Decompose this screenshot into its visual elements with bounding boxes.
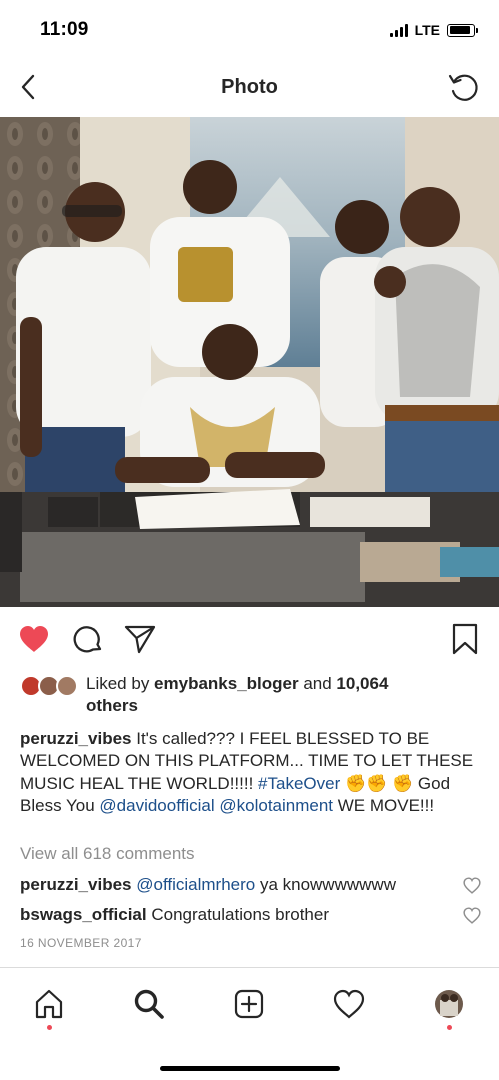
liker-avatar bbox=[56, 675, 78, 697]
network-label: LTE bbox=[414, 22, 440, 38]
status-indicators: LTE bbox=[389, 22, 478, 38]
likes-prefix: Liked by bbox=[86, 674, 155, 693]
comment-mention[interactable]: @officialmrhero bbox=[136, 875, 255, 894]
caption-mention[interactable]: @kolotainment bbox=[219, 796, 333, 815]
comment-text: ya knowwwwwww bbox=[255, 875, 396, 894]
comment-icon[interactable] bbox=[71, 622, 105, 656]
comment-text: Congratulations brother bbox=[146, 905, 329, 924]
comment-like-icon[interactable] bbox=[463, 877, 481, 895]
comment-username[interactable]: peruzzi_vibes bbox=[20, 875, 132, 894]
liker-username[interactable]: emybanks_bloger bbox=[154, 674, 299, 693]
caption-mention[interactable]: @davidoofficial bbox=[99, 796, 214, 815]
post-actions bbox=[0, 618, 499, 662]
heart-outline-icon[interactable] bbox=[331, 986, 367, 1022]
likes-text: Liked by emybanks_bloger and 10,064 other… bbox=[20, 673, 479, 717]
battery-icon bbox=[447, 23, 478, 37]
caption-text: WE MOVE!!! bbox=[333, 796, 435, 816]
liker-avatars bbox=[20, 675, 82, 699]
comment-username[interactable]: bswags_official bbox=[20, 905, 147, 924]
search-icon[interactable] bbox=[131, 986, 167, 1022]
comment-row: peruzzi_vibes @officialmrhero ya knowwww… bbox=[20, 875, 449, 895]
signal-icon bbox=[389, 23, 408, 37]
likes-count[interactable]: 10,064 bbox=[336, 674, 388, 693]
caption-hashtag[interactable]: #TakeOver bbox=[258, 774, 340, 793]
paper-plane-icon[interactable] bbox=[123, 622, 157, 656]
bottom-tab-bar bbox=[0, 967, 499, 1080]
home-icon[interactable] bbox=[31, 986, 67, 1022]
comment-row: bswags_official Congratulations brother bbox=[20, 905, 449, 925]
status-bar: 11:09 LTE bbox=[0, 0, 499, 60]
status-time: 11:09 bbox=[40, 19, 89, 40]
navigation-bar: Photo bbox=[0, 62, 499, 116]
caption-username[interactable]: peruzzi_vibes bbox=[20, 729, 132, 748]
home-notification-dot bbox=[47, 1025, 52, 1030]
page-title: Photo bbox=[221, 76, 278, 98]
heart-icon[interactable] bbox=[17, 622, 51, 656]
comment-like-icon[interactable] bbox=[463, 907, 481, 925]
battery-level bbox=[449, 26, 471, 34]
post-date: 16 NOVEMBER 2017 bbox=[20, 936, 142, 950]
likes-summary[interactable]: Liked by emybanks_bloger and 10,064 other… bbox=[20, 673, 479, 717]
refresh-icon[interactable] bbox=[447, 71, 481, 105]
post-caption: peruzzi_vibes It's called??? I FEEL BLES… bbox=[20, 728, 481, 818]
view-all-comments-link[interactable]: View all 618 comments bbox=[20, 844, 195, 864]
profile-notification-dot bbox=[447, 1025, 452, 1030]
likes-connector: and bbox=[298, 674, 337, 693]
photo-illustration bbox=[0, 117, 499, 607]
add-post-icon[interactable] bbox=[231, 986, 267, 1022]
bookmark-icon[interactable] bbox=[448, 622, 482, 656]
profile-avatar[interactable] bbox=[431, 986, 467, 1022]
post-photo[interactable] bbox=[0, 117, 499, 607]
home-indicator bbox=[160, 1066, 340, 1071]
likes-others[interactable]: others bbox=[86, 696, 138, 715]
